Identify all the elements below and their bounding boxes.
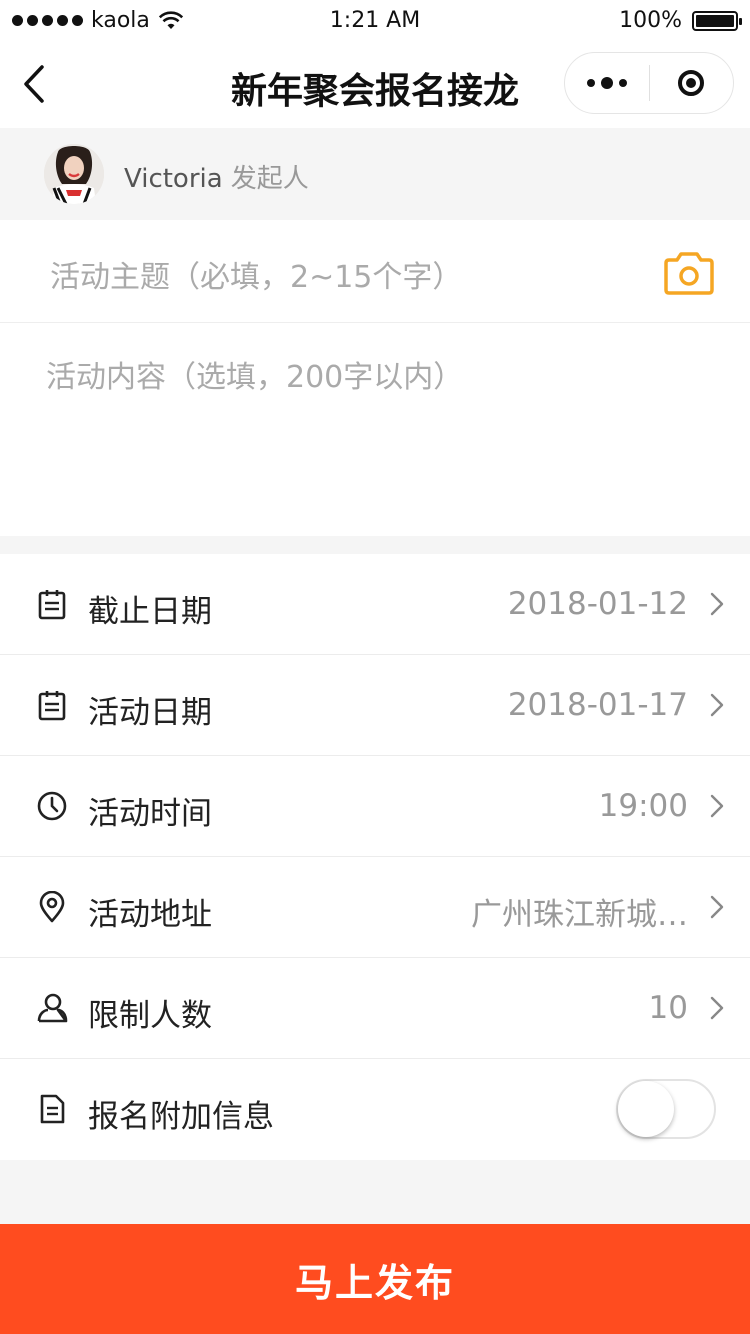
publish-button[interactable]: 马上发布	[0, 1224, 750, 1334]
content-textarea[interactable]: 活动内容（选填，200字以内）	[46, 352, 463, 396]
activity-date-value: 2018-01-17	[507, 687, 688, 723]
person-icon	[37, 993, 68, 1023]
document-icon	[40, 1094, 65, 1124]
deadline-value: 2018-01-12	[507, 586, 688, 622]
activity-date-row[interactable]: 活动日期 2018-01-17	[0, 655, 750, 756]
battery-group: 100%	[619, 8, 742, 33]
mini-program-capsule	[564, 52, 734, 114]
camera-button[interactable]	[662, 250, 716, 296]
activity-address-label: 活动地址	[88, 897, 212, 933]
calendar-icon	[38, 691, 66, 721]
extra-info-toggle[interactable]	[616, 1079, 716, 1139]
more-button[interactable]	[565, 53, 649, 113]
toggle-knob	[618, 1081, 674, 1137]
organizer-info: Victoria 发起人	[124, 158, 309, 195]
close-button[interactable]	[650, 53, 733, 113]
battery-icon	[692, 10, 742, 31]
camera-icon	[664, 252, 714, 295]
participant-limit-value: 10	[648, 990, 688, 1026]
organizer-bar: Victoria 发起人	[0, 128, 750, 220]
participant-limit-row[interactable]: 限制人数 10	[0, 958, 750, 1059]
activity-settings-list: 截止日期 2018-01-12 活动日期 2018-01-17 活动时间 19:…	[0, 554, 750, 1160]
chevron-right-icon	[710, 996, 724, 1020]
extra-info-row: 报名附加信息	[0, 1059, 750, 1160]
chevron-right-icon	[710, 693, 724, 717]
battery-percent: 100%	[619, 8, 682, 33]
avatar	[44, 144, 104, 204]
deadline-row[interactable]: 截止日期 2018-01-12	[0, 554, 750, 655]
target-circle-icon	[678, 70, 705, 96]
nav-bar: 新年聚会报名接龙	[0, 44, 750, 128]
participant-limit-label: 限制人数	[88, 998, 212, 1034]
deadline-label: 截止日期	[88, 594, 212, 630]
activity-form: 活动主题（必填，2~15个字） 活动内容（选填，200字以内）	[0, 220, 750, 536]
activity-time-row[interactable]: 活动时间 19:00	[0, 756, 750, 857]
status-bar: kaola 1:21 AM 100%	[0, 0, 750, 44]
activity-address-row[interactable]: 活动地址 广州珠江新城…	[0, 857, 750, 958]
organizer-name: Victoria	[124, 164, 223, 194]
calendar-icon	[38, 590, 66, 620]
activity-address-value: 广州珠江新城…	[471, 897, 688, 933]
chevron-right-icon	[710, 794, 724, 818]
chevron-right-icon	[710, 895, 724, 919]
activity-date-label: 活动日期	[88, 695, 212, 731]
subject-row: 活动主题（必填，2~15个字）	[0, 220, 750, 323]
location-pin-icon	[39, 891, 65, 923]
clock-icon	[37, 791, 67, 821]
extra-info-label: 报名附加信息	[88, 1099, 274, 1135]
activity-time-value: 19:00	[598, 788, 688, 824]
activity-time-label: 活动时间	[88, 796, 212, 832]
chevron-right-icon	[710, 592, 724, 616]
subject-input[interactable]: 活动主题（必填，2~15个字）	[50, 252, 462, 296]
organizer-role: 发起人	[230, 164, 309, 194]
more-dots-icon	[587, 77, 627, 89]
